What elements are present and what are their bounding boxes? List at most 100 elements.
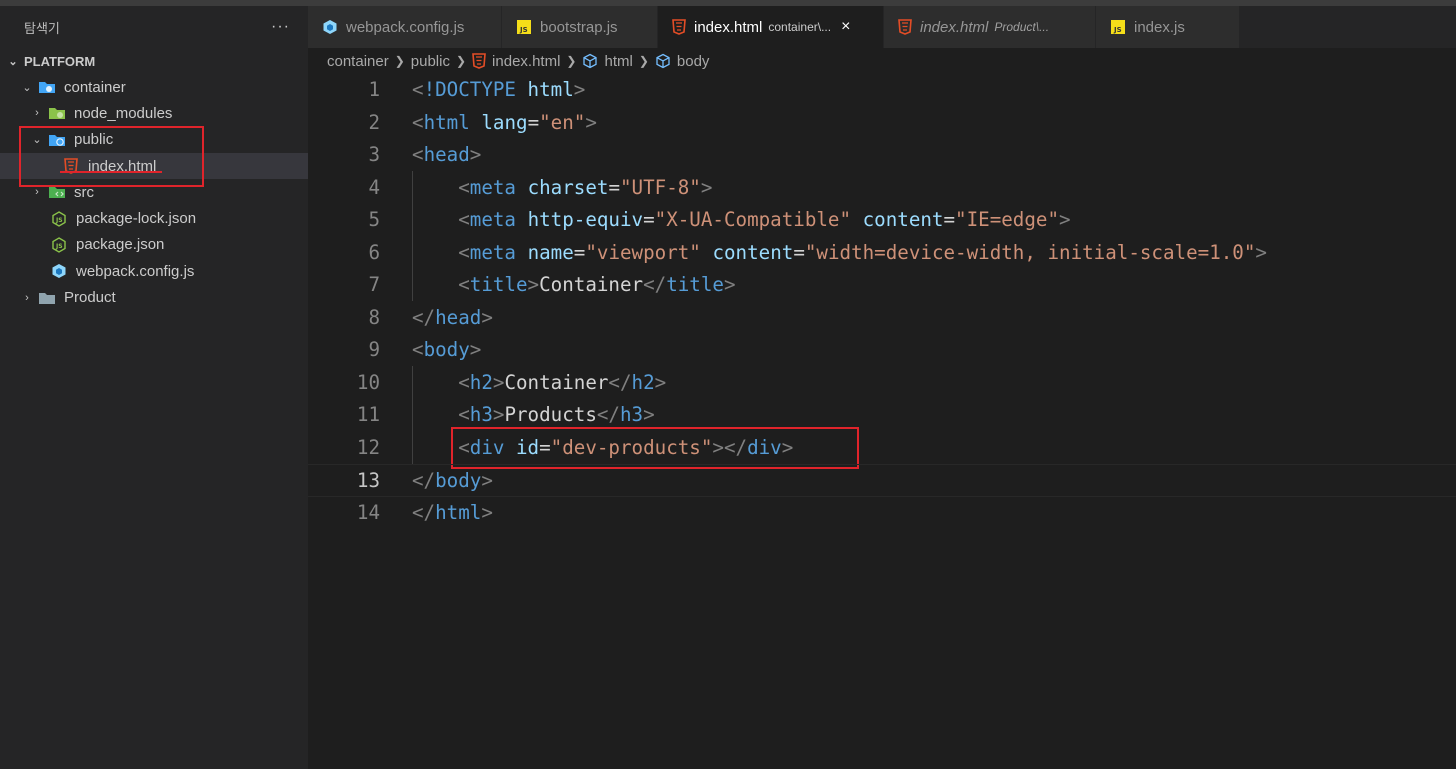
tree-item-package-json[interactable]: JS package.json [0,232,308,258]
tab-webpack-config[interactable]: webpack.config.js [308,6,502,48]
code-token: > [573,78,586,101]
code-token: Products [504,403,597,426]
breadcrumb-item[interactable]: index.html [492,53,560,70]
code-token: < [458,240,470,264]
code-token: ></ [712,435,748,459]
code-text: <head> [412,139,481,172]
code-line[interactable]: 8 </head> [308,302,1456,335]
line-number: 13 [356,469,380,492]
code-text: <meta charset="UTF-8"> [412,172,712,205]
breadcrumb-item[interactable]: public [411,53,450,70]
breadcrumb-item[interactable]: container [327,53,389,70]
chevron-right-icon: ❯ [566,54,577,68]
code-line[interactable]: 2 <html lang="en"> [308,107,1456,140]
nodejs-icon: JS [50,237,68,253]
code-token: = [608,175,620,199]
code-token: content [712,240,794,264]
code-token: > [1059,208,1071,231]
code-line[interactable]: 9 <body> [308,334,1456,367]
code-token: meta [469,208,516,231]
code-token: div [469,435,505,459]
code-token: > [469,338,482,361]
tree-item-container[interactable]: ⌄ container [0,74,308,100]
editor-tab-bar: webpack.config.js JS bootstrap.js index.… [308,6,1456,48]
tab-index-js[interactable]: JS index.js [1096,6,1240,48]
code-line[interactable]: 10 <h2>Container</h2> [308,367,1456,400]
tab-bootstrap-js[interactable]: JS bootstrap.js [502,6,658,48]
code-line[interactable]: 3 <head> [308,139,1456,172]
code-token: head [423,143,470,166]
code-text: <meta name="viewport" content="width=dev… [412,237,1267,270]
tree-item-node-modules[interactable]: › node_modules [0,100,308,126]
code-token: > [1255,240,1267,264]
tree-item-label: webpack.config.js [76,262,195,280]
code-token: title [469,273,528,296]
code-line[interactable]: 4 <meta charset="UTF-8"> [308,172,1456,205]
breadcrumb-item[interactable]: html [604,53,632,70]
code-token: "viewport" [585,240,701,264]
code-token: Container [539,273,644,296]
code-token: > [700,175,713,199]
code-token: < [412,143,424,166]
code-text: <body> [412,334,481,367]
code-token: "en" [539,110,586,134]
code-line[interactable]: 13 </body> [308,464,1456,497]
code-token: h2 [631,370,655,394]
chevron-down-icon: ⌄ [22,81,32,94]
tab-label: index.html [694,18,763,36]
folder-icon [38,290,56,306]
breadcrumb: container ❯ public ❯ index.html ❯ html ❯… [327,48,709,74]
code-token: > [481,305,493,329]
tree-item-label: package.json [76,236,165,254]
code-token: > [527,273,540,296]
tab-index-html-product[interactable]: index.html Product\... [884,6,1096,48]
code-token: > [781,435,794,459]
code-line[interactable]: 14 </html> [308,497,1456,530]
code-text: </html> [412,497,493,530]
svg-text:JS: JS [55,217,63,224]
close-icon[interactable]: × [841,18,850,36]
code-line[interactable]: 7 <title>Container</title> [308,269,1456,302]
code-token: h2 [469,370,493,394]
code-line[interactable]: 1 <!DOCTYPE html> [308,74,1456,107]
chevron-right-icon: ❯ [394,54,405,68]
code-line[interactable]: 6 <meta name="viewport" content="width=d… [308,237,1456,270]
line-number: 1 [368,78,380,101]
code-text: <title>Container</title> [412,269,735,302]
code-line[interactable]: 5 <meta http-equiv="X-UA-Compatible" con… [308,204,1456,237]
code-text: <html lang="en"> [412,107,597,140]
tab-index-html-container[interactable]: index.html container\... × [658,6,884,48]
breadcrumb-item[interactable]: body [677,53,710,70]
tree-item-product[interactable]: › Product [0,284,308,310]
code-token: "dev-products" [550,435,713,459]
tree-item-webpack-config[interactable]: webpack.config.js [0,258,308,284]
code-token: content [862,208,944,231]
code-line[interactable]: 11 <h3>Products</h3> [308,399,1456,432]
code-line[interactable]: 12 <div id="dev-products"></div> [308,432,1456,465]
code-token: > [643,403,655,426]
code-token: html [527,78,574,101]
tree-item-package-lock[interactable]: JS package-lock.json [0,205,308,231]
code-token: !DOCTYPE [423,78,516,101]
code-editor[interactable]: 1 <!DOCTYPE html> 2 <html lang="en"> 3 <head>… [308,74,1456,769]
tree-item-label: container [64,78,126,96]
code-token: > [481,469,493,492]
code-token: = [527,110,540,134]
workspace-section[interactable]: ⌄ PLATFORM [0,48,308,74]
code-token: = [943,208,956,231]
code-text: <h2>Container</h2> [412,367,666,400]
code-text: <!DOCTYPE html> [412,74,585,107]
code-token: < [412,338,424,361]
line-number: 9 [368,338,380,361]
code-token: "X-UA-Compatible" [654,208,852,231]
more-actions-icon[interactable]: ··· [271,18,290,36]
chevron-down-icon: ⌄ [8,55,18,68]
code-token: = [793,240,805,264]
